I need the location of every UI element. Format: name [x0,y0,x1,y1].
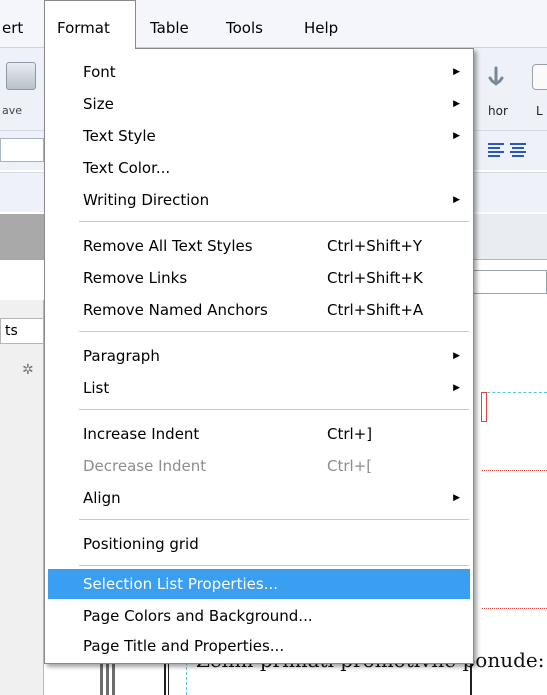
menu-item-label: Paragraph [83,347,160,365]
menu-item-positioning-grid[interactable]: Positioning grid [48,529,470,559]
submenu-arrow-icon: ▶ [453,383,460,393]
menu-table-label: Table [150,19,189,37]
menu-item-remove-named-anchors[interactable]: Remove Named Anchors Ctrl+Shift+A [48,295,470,325]
menu-item-label: Writing Direction [83,191,210,209]
menu-item-label: Page Colors and Background... [83,607,313,625]
document-tabstrip [470,214,547,260]
table-border-dashed [482,392,547,393]
save-label: ave [2,104,23,117]
toolbar-gray-panel [0,214,44,260]
menu-separator [79,331,469,333]
menu-item-shortcut: Ctrl+Shift+A [327,301,424,319]
menu-format-label: Format [57,19,110,37]
menu-item-font[interactable]: Font ▶ [48,57,470,87]
side-panel [0,300,44,695]
menu-format[interactable]: Format [44,0,136,49]
submenu-arrow-icon: ▶ [453,195,460,205]
anchor-icon[interactable] [484,64,508,90]
submenu-arrow-icon: ▶ [453,131,460,141]
menu-item-decrease-indent: Decrease Indent Ctrl+[ [48,451,470,481]
menu-help[interactable]: Help [296,0,346,48]
menu-item-label: Align [83,489,121,507]
align-tools [487,138,547,164]
menu-separator [79,519,469,521]
menu-item-label: Remove Links [83,269,188,287]
document-address-field[interactable] [470,270,547,294]
menu-item-text-style[interactable]: Text Style ▶ [48,121,470,151]
menu-item-label: Page Title and Properties... [83,637,285,655]
menu-separator [79,409,469,411]
format-menu: Font ▶ Size ▶ Text Style ▶ Text Color...… [44,48,474,664]
menu-separator [79,565,469,567]
menu-item-remove-links[interactable]: Remove Links Ctrl+Shift+K [48,263,470,293]
document-canvas[interactable] [470,310,547,695]
align-left-icon[interactable] [487,140,505,160]
element-marker [481,392,487,422]
menu-item-writing-direction[interactable]: Writing Direction ▶ [48,185,470,215]
menu-item-label: List [83,379,110,397]
menu-item-page-title-properties[interactable]: Page Title and Properties... [48,631,470,661]
link-icon[interactable] [532,64,547,90]
menu-bar: ert Format Table Tools Help [0,0,547,49]
menu-item-label: Selection List Properties... [83,575,278,593]
menu-item-label: Positioning grid [83,535,199,553]
menu-tools[interactable]: Tools [218,0,271,48]
settings-icon[interactable]: ✲ [22,362,34,378]
align-center-icon[interactable] [509,140,527,160]
submenu-arrow-icon: ▶ [453,351,460,361]
menu-item-selection-list-properties[interactable]: Selection List Properties... [48,569,470,599]
side-panel-tab-label: ts [5,323,18,339]
menu-item-label: Decrease Indent [83,457,207,475]
submenu-arrow-icon: ▶ [453,67,460,77]
toolbar-right-tools: hor L [470,54,547,130]
menu-item-shortcut: Ctrl+[ [327,457,373,475]
menu-item-increase-indent[interactable]: Increase Indent Ctrl+] [48,419,470,449]
menu-item-align[interactable]: Align ▶ [48,483,470,513]
menu-item-page-colors-background[interactable]: Page Colors and Background... [48,601,470,631]
menu-insert[interactable]: ert [0,0,31,48]
save-icon [6,62,36,90]
menu-insert-label: ert [2,19,24,37]
menu-item-text-color[interactable]: Text Color... [48,153,470,183]
link-label: L [536,104,543,118]
menu-item-shortcut: Ctrl+Shift+K [327,269,423,287]
menu-item-remove-all-text-styles[interactable]: Remove All Text Styles Ctrl+Shift+Y [48,231,470,261]
side-panel-tab[interactable]: ts [0,318,44,344]
menu-item-label: Size [83,95,114,113]
menu-tools-label: Tools [226,19,263,37]
menu-table[interactable]: Table [142,0,197,48]
menu-item-label: Increase Indent [83,425,200,443]
menu-item-label: Text Color... [83,159,171,177]
menu-item-label: Remove Named Anchors [83,301,268,319]
submenu-arrow-icon: ▶ [453,493,460,503]
form-border-dotted-2 [482,608,547,609]
menu-item-label: Font [83,63,116,81]
menu-item-size[interactable]: Size ▶ [48,89,470,119]
save-tool[interactable]: ave [0,54,44,128]
submenu-arrow-icon: ▶ [453,99,460,109]
menu-item-shortcut: Ctrl+] [327,425,373,443]
menu-item-shortcut: Ctrl+Shift+Y [327,237,423,255]
anchor-label: hor [488,104,508,118]
menu-item-label: Text Style [83,127,156,145]
form-border-dotted [482,470,547,471]
menu-help-label: Help [304,19,339,37]
menu-item-list[interactable]: List ▶ [48,373,470,403]
paragraph-format-select[interactable] [0,138,44,162]
menu-item-label: Remove All Text Styles [83,237,253,255]
menu-item-paragraph[interactable]: Paragraph ▶ [48,341,470,371]
menu-separator [79,221,469,223]
